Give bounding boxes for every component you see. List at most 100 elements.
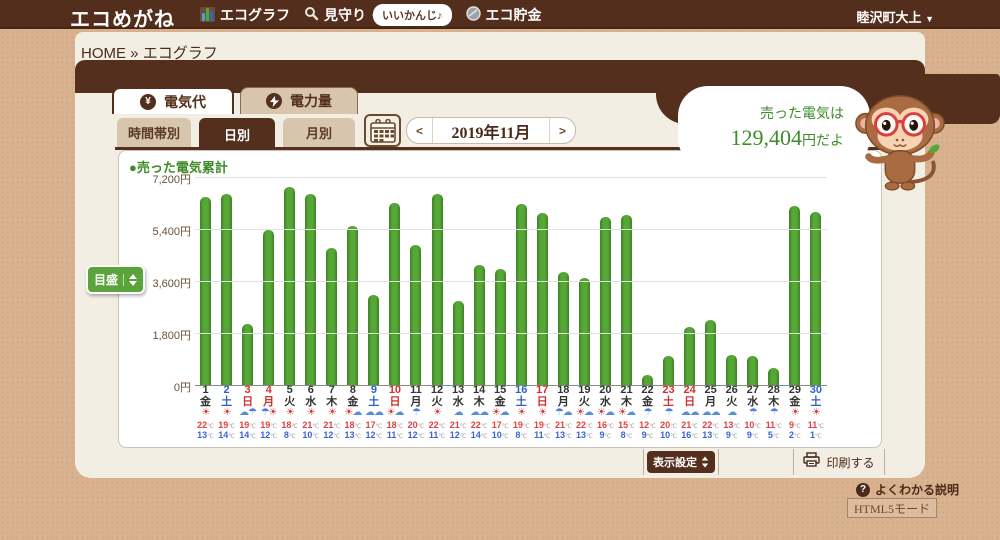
tab-nichi-betsu[interactable]: 日別 (199, 118, 275, 150)
day-number: 6 (308, 385, 314, 397)
bar-day-1[interactable] (200, 197, 211, 385)
chart-panel: ●売った電気累計 7,200円5,400円3,600円1,800円0円 1金☀2… (118, 150, 882, 448)
calendar-button[interactable] (364, 114, 401, 147)
temp-low: 1℃ (810, 431, 822, 440)
next-month-button[interactable]: > (549, 118, 575, 143)
x-label-day-21: 21木☀☁15℃8℃ (616, 385, 637, 440)
x-label-day-15: 15金☀☁17℃10℃ (490, 385, 511, 440)
bar-day-15[interactable] (495, 269, 506, 385)
yen-circle-icon: ¥ (140, 94, 156, 110)
bar-day-14[interactable] (474, 265, 485, 385)
tab-tsuki-betsu[interactable]: 月別 (283, 118, 355, 147)
bar-day-17[interactable] (537, 213, 548, 385)
temp-low: 2℃ (789, 431, 801, 440)
gridline (195, 229, 827, 230)
y-axis-tick-label: 1,800円 (121, 327, 191, 343)
controls-spacer (718, 449, 793, 475)
temp-low: 9℃ (642, 431, 654, 440)
bar-day-7[interactable] (326, 248, 337, 385)
day-number: 10 (389, 385, 401, 397)
bar-day-19[interactable] (579, 278, 590, 385)
day-number: 22 (641, 385, 653, 397)
tab-denkidai[interactable]: ¥ 電気代 (112, 87, 234, 114)
x-label-day-11: 11月☂20℃12℃ (405, 385, 426, 440)
temp-low: 11℃ (429, 431, 445, 440)
bar-day-21[interactable] (621, 215, 632, 385)
tab-jikantai-betsu[interactable]: 時間帯別 (117, 118, 191, 147)
day-number: 1 (202, 385, 208, 397)
bar-day-2[interactable] (221, 194, 232, 385)
bar-day-6[interactable] (305, 194, 316, 385)
bar-day-30[interactable] (810, 212, 821, 385)
x-label-day-14: 14木☁☁22℃14℃ (469, 385, 490, 440)
day-number: 25 (705, 385, 717, 397)
day-number: 4 (266, 385, 272, 397)
bar-day-16[interactable] (516, 204, 527, 385)
y-axis-tick-label: 7,200円 (121, 171, 191, 187)
bar-day-27[interactable] (747, 356, 758, 385)
display-settings-cell: 表示設定 (643, 449, 718, 475)
temp-low: 13℃ (197, 431, 214, 440)
bar-day-23[interactable] (663, 356, 674, 385)
nav-mimamori-label: 見守り (324, 5, 366, 25)
bar-day-8[interactable] (347, 226, 358, 385)
x-label-day-7: 7木☀21℃12℃ (321, 385, 342, 440)
help-link[interactable]: ? よくわかる説明 (856, 481, 959, 498)
day-number: 2 (224, 385, 230, 397)
tab-denryokuryo[interactable]: 電力量 (240, 87, 358, 114)
day-number: 19 (578, 385, 590, 397)
bar-day-25[interactable] (705, 320, 716, 385)
account-menu[interactable]: 睦沢町大上 ▼ (856, 7, 934, 26)
bar-day-26[interactable] (726, 355, 737, 385)
x-label-day-12: 12火☀22℃11℃ (427, 385, 448, 440)
day-number: 21 (620, 385, 632, 397)
bar-day-28[interactable] (768, 368, 779, 385)
eco-megane-screen: エコめがね エコグラフ 見守り いいかんじ♪ エコ貯金 睦沢町大上 (0, 0, 1000, 540)
day-number: 14 (473, 385, 485, 397)
bar-day-18[interactable] (558, 272, 569, 385)
html5-mode-button[interactable]: HTML5モード (847, 498, 937, 518)
bar-day-24[interactable] (684, 327, 695, 385)
y-axis-tick-label: 0円 (121, 379, 191, 395)
bar-day-9[interactable] (368, 295, 379, 385)
nav-eco-graph[interactable]: エコグラフ (200, 5, 290, 25)
temp-low: 8℃ (284, 431, 296, 440)
scale-toggle-button[interactable]: 目盛 (86, 265, 145, 294)
day-number: 16 (515, 385, 527, 397)
bar-day-5[interactable] (284, 187, 295, 385)
bar-day-29[interactable] (789, 206, 800, 385)
day-number: 30 (810, 385, 822, 397)
gridline (195, 177, 827, 178)
bar-day-10[interactable] (389, 203, 400, 385)
bar-day-20[interactable] (600, 217, 611, 385)
account-name: 睦沢町大上 (856, 10, 921, 25)
print-button[interactable]: 印刷する (826, 454, 874, 471)
top-bar: エコめがね エコグラフ 見守り いいかんじ♪ エコ貯金 睦沢町大上 (0, 0, 1000, 29)
temp-low: 14℃ (218, 431, 235, 440)
x-label-day-24: 24日☁☁21℃16℃ (679, 385, 700, 440)
bar-day-4[interactable] (263, 230, 274, 385)
day-number: 11 (410, 385, 422, 397)
monkey-mascot (851, 88, 949, 192)
day-number: 24 (683, 385, 695, 397)
top-nav: エコグラフ 見守り いいかんじ♪ エコ貯金 (200, 0, 542, 29)
bar-day-13[interactable] (453, 301, 464, 385)
x-label-day-8: 8金☀☁18℃13℃ (342, 385, 363, 440)
bar-chart-plot: 7,200円5,400円3,600円1,800円0円 (195, 177, 827, 385)
bubble-line1: 売った電気は (760, 103, 844, 123)
printer-icon (803, 452, 820, 472)
y-axis-tick-label: 5,400円 (121, 223, 191, 239)
day-number: 13 (452, 385, 464, 397)
x-label-day-22: 22金☂12℃9℃ (637, 385, 658, 440)
app-logo[interactable]: エコめがね (70, 3, 175, 32)
temp-low: 9℃ (600, 431, 612, 440)
display-settings-button[interactable]: 表示設定 (647, 451, 715, 473)
bar-day-11[interactable] (410, 245, 421, 385)
day-number: 7 (329, 385, 335, 397)
nav-mimamori[interactable]: 見守り いいかんじ♪ (304, 4, 452, 26)
temp-low: 11℃ (387, 431, 403, 440)
prev-month-button[interactable]: < (407, 118, 433, 143)
bar-day-12[interactable] (432, 194, 443, 385)
nav-eco-chokin[interactable]: エコ貯金 (466, 5, 542, 25)
day-number: 26 (726, 385, 738, 397)
